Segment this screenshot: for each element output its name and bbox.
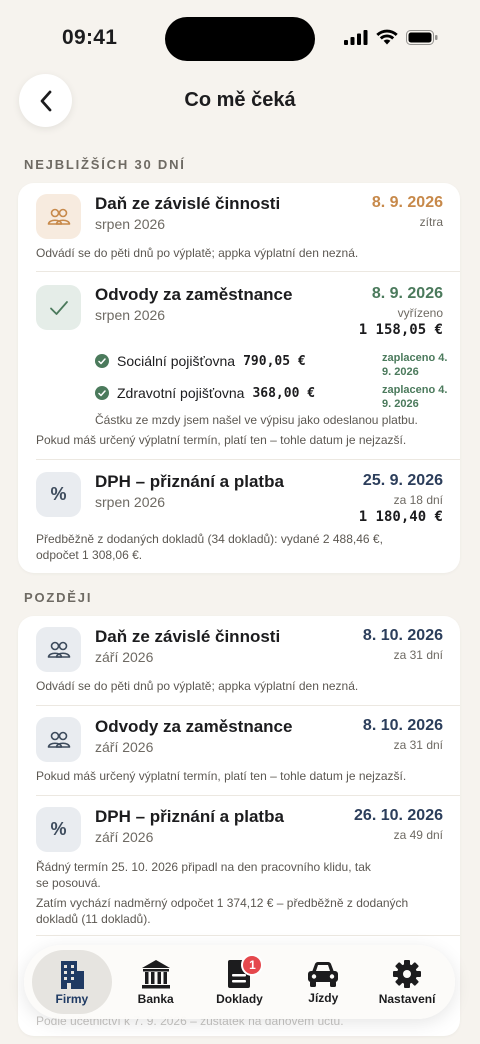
item-subtitle: září 2026 [95, 739, 154, 755]
tab-bar: Firmy Banka 1 Doklady Jízdy Nastavení [24, 945, 455, 1019]
building-icon [60, 960, 84, 989]
item-subtitle: září 2026 [95, 829, 154, 845]
item-note: Řádný termín 25. 10. 2026 připadl na den… [36, 859, 408, 927]
item-relative: zítra [419, 215, 443, 229]
paid-line: 9. 2026 [382, 366, 419, 378]
sub-payment-amount: 368,00 € [252, 385, 316, 401]
section-label-soon: NEJBLIŽŠÍCH 30 DNÍ [24, 157, 186, 172]
check-icon [36, 285, 81, 330]
item-relative: za 31 dní [393, 648, 443, 662]
note-line: se posouvá. [36, 876, 101, 890]
item-date: 8. 10. 2026 [362, 627, 443, 644]
tab-label: Doklady [216, 991, 263, 1006]
sub-payment-paid: zaplaceno 4. 9. 2026 [382, 351, 447, 379]
header: Co mě čeká [0, 74, 480, 128]
item-relative: za 18 dní [393, 493, 443, 507]
item-title: Odvody za zaměstnance [95, 717, 293, 736]
item-title: Odvody za zaměstnance [95, 285, 293, 304]
deadline-item-levies[interactable]: Odvody za zaměstnance září 2026 8. 10. 2… [18, 706, 460, 796]
check-circle-icon [95, 354, 109, 368]
deadline-item-tax[interactable]: Daň ze závislé činnosti září 2026 8. 10.… [18, 616, 460, 704]
item-title: Daň ze závislé činnosti [95, 627, 281, 646]
wifi-icon [376, 29, 398, 45]
paid-line: zaplaceno 4. [382, 384, 448, 396]
tab-doklady[interactable]: 1 Doklady [199, 950, 279, 1014]
item-note: Pokud máš určený výplatní termín, platí … [36, 433, 407, 447]
item-status: vyřízeno [397, 306, 443, 320]
item-amount: 1 158,05 € [358, 322, 443, 338]
signal-icon [344, 29, 368, 45]
note-line: dokladů (11 dokladů). [36, 912, 151, 926]
item-title: Daň ze závislé činnosti [95, 194, 281, 213]
status-time: 09:41 [62, 26, 118, 49]
item-note: Pokud máš určený výplatní termín, platí … [36, 769, 407, 783]
item-subtitle: srpen 2026 [95, 494, 166, 510]
tab-nastaveni[interactable]: Nastavení [367, 950, 447, 1014]
paid-line: 9. 2026 [382, 398, 419, 410]
gear-icon [393, 959, 422, 988]
item-subtitle: srpen 2026 [95, 307, 166, 323]
percent-icon: % [36, 807, 81, 852]
status-icons [344, 29, 438, 45]
item-date: 25. 9. 2026 [362, 472, 443, 489]
sub-payment-social: Sociální pojišťovna 790,05 € [95, 353, 306, 369]
item-subtitle: srpen 2026 [95, 216, 166, 232]
people-icon [36, 194, 81, 239]
tab-label: Firmy [55, 991, 89, 1006]
item-title: DPH – přiznání a platba [95, 807, 284, 826]
item-title: DPH – přiznání a platba [95, 472, 284, 491]
percent-icon: % [36, 472, 81, 517]
tab-label: Banka [137, 991, 174, 1006]
deadline-item-vat[interactable]: % DPH – přiznání a platba srpen 2026 25.… [18, 460, 460, 573]
tab-jizdy[interactable]: Jízdy [283, 950, 363, 1014]
item-amount: 1 180,40 € [358, 509, 443, 525]
sub-payment-label: Zdravotní pojišťovna [117, 385, 245, 401]
section-label-later: POZDĚJI [24, 590, 93, 605]
sub-payment-paid: zaplaceno 4. 9. 2026 [382, 383, 447, 411]
item-subtitle: září 2026 [95, 649, 154, 665]
tab-banka[interactable]: Banka [116, 950, 196, 1014]
notification-badge: 1 [241, 954, 264, 976]
item-note-found: Částku ze mzdy jsem našel ve výpisu jako… [95, 413, 418, 427]
people-icon [36, 717, 81, 762]
tab-label: Jízdy [308, 990, 339, 1005]
item-note: Odvádí se do pěti dnů po výplatě; appka … [36, 246, 359, 260]
note-line: Zatím vychází nadměrný odpočet 1 374,12 … [36, 896, 409, 910]
people-icon [36, 627, 81, 672]
sub-payment-label: Sociální pojišťovna [117, 353, 236, 369]
item-date: 8. 10. 2026 [362, 717, 443, 734]
item-relative: za 31 dní [393, 738, 443, 752]
paid-line: zaplaceno 4. [382, 352, 448, 364]
note-line: odpočet 1 308,06 €. [36, 548, 143, 562]
tab-label: Nastavení [378, 991, 436, 1006]
item-date: 8. 9. 2026 [371, 194, 443, 211]
sub-payment-health: Zdravotní pojišťovna 368,00 € [95, 385, 315, 401]
deadline-item-levies[interactable]: Odvody za zaměstnance srpen 2026 8. 9. 2… [18, 272, 460, 459]
divider [36, 935, 460, 936]
note-line: Řádný termín 25. 10. 2026 připadl na den… [36, 860, 371, 874]
page-title: Co mě čeká [184, 89, 296, 111]
item-date: 26. 10. 2026 [354, 807, 443, 824]
item-note: Odvádí se do pěti dnů po výplatě; appka … [36, 679, 359, 693]
car-icon [308, 961, 339, 987]
sub-payment-amount: 790,05 € [243, 353, 306, 369]
bank-icon [141, 959, 170, 988]
dynamic-island [165, 17, 315, 61]
deadline-item-tax[interactable]: Daň ze závislé činnosti srpen 2026 8. 9.… [18, 183, 460, 271]
tab-firmy[interactable]: Firmy [31, 950, 112, 1014]
card-soon: Daň ze závislé činnosti srpen 2026 8. 9.… [18, 183, 460, 573]
battery-icon [406, 29, 438, 45]
item-relative: za 49 dní [393, 828, 443, 842]
item-note: Předběžně z dodaných dokladů (34 dokladů… [36, 531, 383, 563]
check-circle-icon [95, 386, 109, 400]
status-bar: 09:41 [0, 0, 480, 76]
deadline-item-vat[interactable]: % DPH – přiznání a platba září 2026 26. … [18, 796, 460, 936]
note-line: Předběžně z dodaných dokladů (34 dokladů… [36, 532, 383, 546]
item-date: 8. 9. 2026 [371, 285, 443, 302]
